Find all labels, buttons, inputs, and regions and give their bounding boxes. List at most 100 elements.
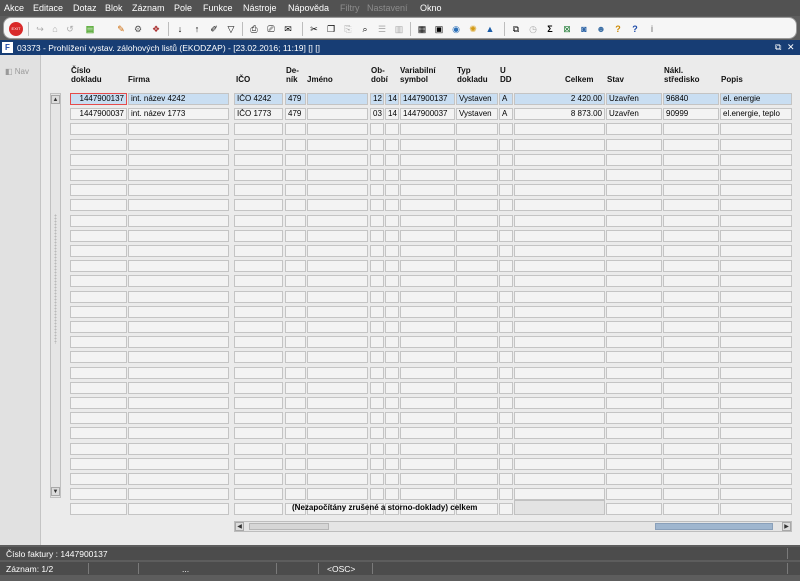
cell-denik[interactable] xyxy=(285,473,306,485)
cell-cislo[interactable] xyxy=(70,169,127,181)
cell-nakl[interactable] xyxy=(663,427,719,440)
cell-firma[interactable] xyxy=(128,488,229,501)
cell-ico[interactable] xyxy=(234,199,283,212)
cell-stav[interactable] xyxy=(606,260,662,273)
cell-nakl[interactable] xyxy=(663,184,719,197)
cell-cislo[interactable]: 1447900137 xyxy=(70,93,127,105)
calculator-icon[interactable]: ▦ xyxy=(416,23,428,35)
cell-typ[interactable] xyxy=(456,245,498,257)
cell-obd1[interactable] xyxy=(370,275,384,288)
cell-var[interactable] xyxy=(400,138,455,151)
cell-var[interactable] xyxy=(400,473,455,485)
cell-stav[interactable] xyxy=(606,397,662,409)
cell-popis[interactable] xyxy=(720,199,792,212)
cell-denik[interactable] xyxy=(285,123,306,136)
cell-jmeno[interactable] xyxy=(307,214,368,227)
cell-ico[interactable] xyxy=(234,427,283,440)
cell-popis[interactable]: el.energie, teplo xyxy=(720,108,792,121)
cell-typ[interactable] xyxy=(456,275,498,288)
cell-obd1[interactable]: 12 xyxy=(370,93,384,105)
cell-ico[interactable] xyxy=(234,473,283,485)
cell-udd[interactable]: A xyxy=(499,108,513,121)
sort-asc-icon[interactable]: ↓ xyxy=(174,23,186,35)
scroll-left-icon[interactable]: ◀ xyxy=(235,522,244,531)
cell-udd[interactable] xyxy=(499,123,513,136)
cell-obd1[interactable] xyxy=(370,457,384,470)
cell-cislo[interactable] xyxy=(70,473,127,485)
cell-jmeno[interactable] xyxy=(307,290,368,303)
cell-firma[interactable] xyxy=(128,229,229,242)
cell-udd[interactable] xyxy=(499,351,513,364)
cell-popis[interactable] xyxy=(720,336,792,349)
cell-firma[interactable] xyxy=(128,351,229,364)
cell-stav[interactable] xyxy=(606,336,662,349)
cell-popis[interactable]: el. energie xyxy=(720,93,792,105)
cell-typ[interactable] xyxy=(456,442,498,455)
cell-nakl[interactable] xyxy=(663,214,719,227)
cell-jmeno[interactable] xyxy=(307,381,368,394)
cell-obd1[interactable] xyxy=(370,184,384,197)
cell-stav[interactable] xyxy=(606,184,662,197)
cell-stav[interactable] xyxy=(606,123,662,136)
mail-icon[interactable]: ✉ xyxy=(282,23,294,35)
excel-icon[interactable]: ⊠ xyxy=(561,23,573,35)
cell-obd2[interactable] xyxy=(385,473,399,485)
cell-typ[interactable] xyxy=(456,184,498,197)
house-icon[interactable]: ⌂ xyxy=(49,23,61,35)
cell-cislo[interactable] xyxy=(70,503,127,516)
undo-icon[interactable]: ↺ xyxy=(64,23,76,35)
cell-jmeno[interactable] xyxy=(307,336,368,349)
cell-firma[interactable] xyxy=(128,427,229,440)
cell-ico[interactable] xyxy=(234,488,283,501)
cell-denik[interactable] xyxy=(285,260,306,273)
cell-obd2[interactable] xyxy=(385,336,399,349)
cell-stav[interactable] xyxy=(606,169,662,181)
cell-jmeno[interactable] xyxy=(307,366,368,379)
cell-udd[interactable] xyxy=(499,473,513,485)
cell-var[interactable] xyxy=(400,290,455,303)
cell-celkem[interactable] xyxy=(514,290,605,303)
cell-var[interactable] xyxy=(400,214,455,227)
cell-firma[interactable] xyxy=(128,366,229,379)
cell-celkem[interactable] xyxy=(514,336,605,349)
cell-nakl[interactable] xyxy=(663,245,719,257)
cell-celkem[interactable] xyxy=(514,214,605,227)
cell-obd1[interactable] xyxy=(370,199,384,212)
cell-popis[interactable] xyxy=(720,381,792,394)
cell-firma[interactable] xyxy=(128,381,229,394)
cell-stav[interactable] xyxy=(606,245,662,257)
cell-udd[interactable] xyxy=(499,503,513,516)
cell-jmeno[interactable] xyxy=(307,321,368,333)
cell-firma[interactable] xyxy=(128,336,229,349)
cell-popis[interactable] xyxy=(720,290,792,303)
cell-nakl[interactable] xyxy=(663,351,719,364)
cell-celkem[interactable] xyxy=(514,184,605,197)
cell-nakl[interactable] xyxy=(663,321,719,333)
cell-celkem[interactable] xyxy=(514,457,605,470)
horizontal-scroll-thumb[interactable] xyxy=(249,523,329,530)
cell-udd[interactable] xyxy=(499,412,513,425)
cell-jmeno[interactable] xyxy=(307,108,368,121)
cell-jmeno[interactable] xyxy=(307,260,368,273)
cell-var[interactable] xyxy=(400,412,455,425)
cell-cislo[interactable] xyxy=(70,427,127,440)
cell-var[interactable] xyxy=(400,442,455,455)
cell-obd2[interactable] xyxy=(385,488,399,501)
cell-denik[interactable] xyxy=(285,412,306,425)
cell-celkem[interactable] xyxy=(514,153,605,166)
cell-jmeno[interactable] xyxy=(307,457,368,470)
cell-stav[interactable]: Uzavřen xyxy=(606,93,662,105)
cell-obd1[interactable] xyxy=(370,305,384,318)
cell-udd[interactable] xyxy=(499,184,513,197)
cell-jmeno[interactable] xyxy=(307,351,368,364)
cell-nakl[interactable] xyxy=(663,138,719,151)
cell-jmeno[interactable] xyxy=(307,275,368,288)
cell-celkem[interactable] xyxy=(514,488,605,501)
cell-obd2[interactable] xyxy=(385,381,399,394)
cell-firma[interactable] xyxy=(128,138,229,151)
cell-ico[interactable] xyxy=(234,412,283,425)
cell-typ[interactable] xyxy=(456,260,498,273)
cell-denik[interactable] xyxy=(285,153,306,166)
cell-obd2[interactable] xyxy=(385,412,399,425)
cell-obd1[interactable] xyxy=(370,260,384,273)
